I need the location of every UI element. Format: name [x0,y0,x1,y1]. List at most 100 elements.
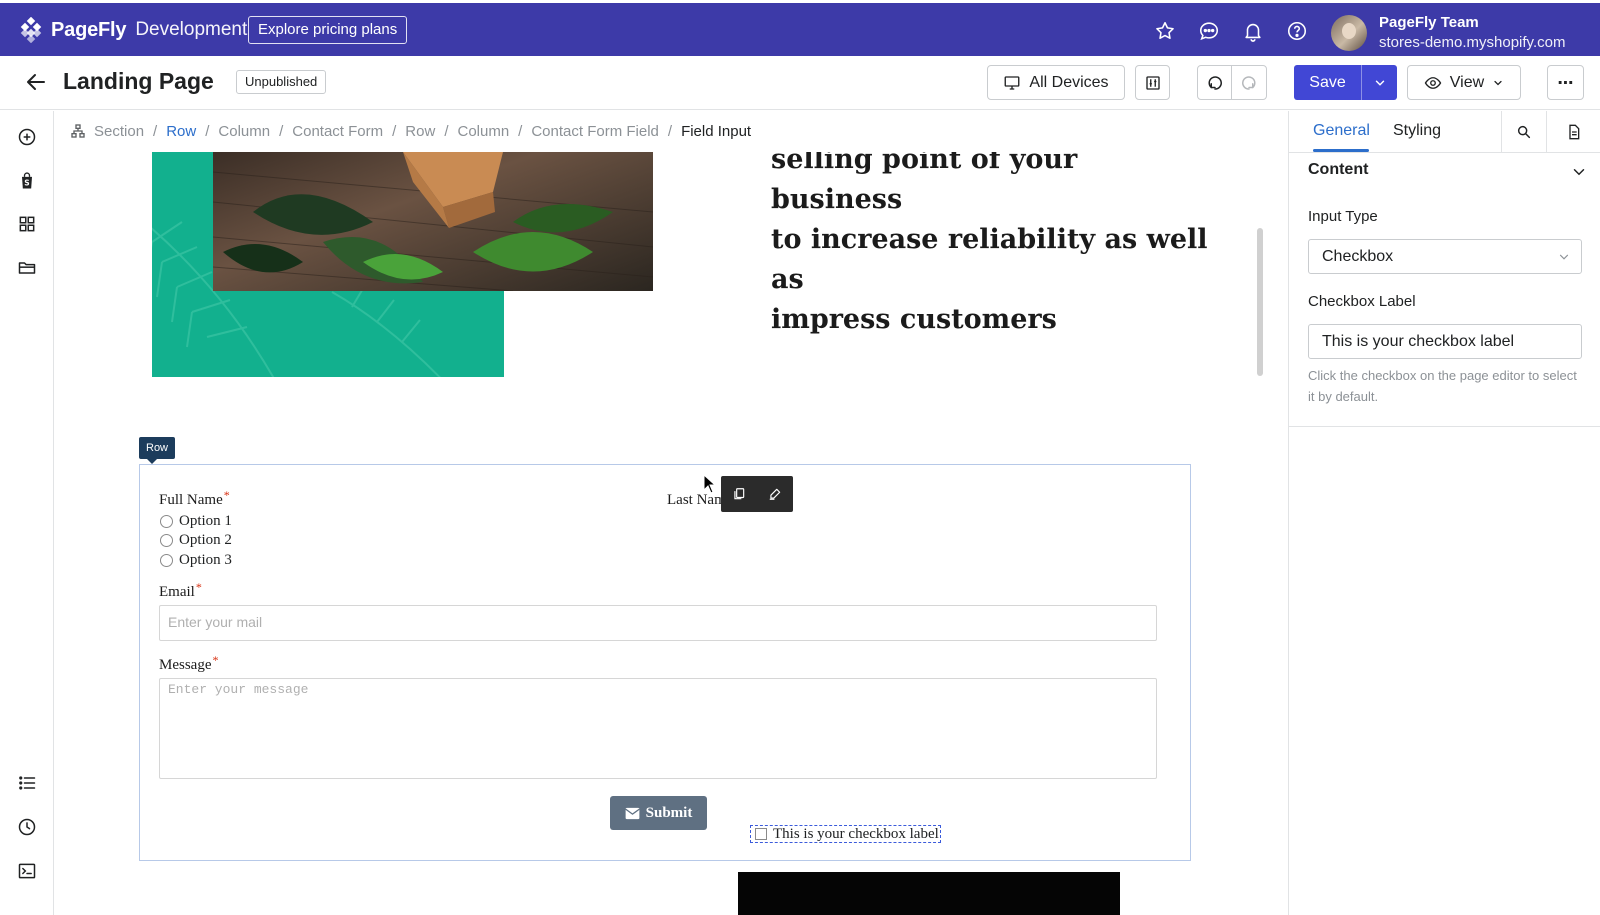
brand-suffix: Development [135,19,248,40]
redo-button[interactable] [1232,66,1266,99]
save-button[interactable]: Save [1294,65,1362,100]
undo-button[interactable] [1198,66,1233,99]
breadcrumb-item-section[interactable]: Section [94,123,144,140]
radio-button[interactable] [160,534,173,547]
add-element-icon[interactable] [17,127,37,147]
status-badge: Unpublished [236,70,327,94]
required-mark: * [212,653,219,667]
panel-search-button[interactable] [1501,111,1546,153]
message-label-text: Message [159,657,212,673]
store-domain: stores-demo.myshopify.com [1379,34,1566,51]
tab-styling[interactable]: Styling [1393,122,1441,140]
hero-heading[interactable]: selling point of your business to increa… [771,152,1211,340]
radio-button[interactable] [160,554,173,567]
back-arrow-icon[interactable] [24,70,48,94]
search-icon [1517,125,1531,139]
breadcrumb-item-contact-form-field[interactable]: Contact Form Field [531,123,659,140]
chat-icon[interactable] [1198,20,1220,42]
email-input[interactable]: Enter your mail [159,605,1157,641]
submit-button[interactable]: Submit [610,796,707,830]
editor-canvas[interactable]: selling point of your business to increa… [55,152,1288,915]
shopify-bag-icon[interactable]: S [17,171,37,191]
breadcrumb-item-row-2[interactable]: Row [405,123,435,140]
brand-logo[interactable]: PageFly Development [18,17,247,43]
document-icon [1569,124,1580,140]
envelope-icon [624,807,640,819]
breadcrumb-item-contact-form[interactable]: Contact Form [292,123,383,140]
desktop-icon [1004,75,1020,90]
message-placeholder: Enter your message [168,682,309,697]
code-terminal-icon[interactable] [17,861,37,881]
radio-option-label: Option 2 [179,532,232,548]
input-type-value: Checkbox [1322,247,1394,265]
content-section-title[interactable]: Content [1308,161,1368,179]
hero-photo[interactable] [213,152,653,291]
checkbox-help-text: Click the checkbox on the page editor to… [1308,368,1577,404]
checkbox-field-selected[interactable]: This is your checkbox label [750,825,941,843]
properties-panel: General Styling Content Input Type Check… [1288,111,1600,915]
panel-divider [1289,426,1600,427]
left-toolbar: S [0,111,54,915]
breadcrumb-separator: / [667,122,673,140]
layers-list-icon[interactable] [17,773,37,793]
message-textarea[interactable]: Enter your message [159,678,1157,779]
active-tab-indicator [1313,149,1369,152]
undo-icon [1208,75,1222,90]
row-selection-tag[interactable]: Row [139,437,176,464]
checkbox-label: This is your checkbox label [773,825,939,842]
required-mark: * [223,488,230,502]
edit-pen-icon[interactable] [768,487,782,501]
hierarchy-icon [71,124,85,138]
radio-option-1[interactable]: Option 1 [160,513,232,530]
radio-option-2[interactable]: Option 2 [160,532,232,549]
chevron-down-icon [1375,80,1384,86]
help-icon[interactable] [1286,20,1308,42]
input-type-label: Input Type [1308,208,1378,225]
explore-pricing-button[interactable]: Explore pricing plans [248,16,408,44]
breadcrumb-item-row[interactable]: Row [166,123,196,140]
more-actions-button[interactable]: ⋯ [1547,65,1584,100]
breadcrumb-separator: / [392,122,397,140]
star-icon[interactable] [1154,20,1176,42]
undo-redo-group [1197,65,1267,100]
full-name-label: Full Name* [159,488,230,509]
canvas-scrollbar[interactable] [1257,228,1263,376]
panel-tabs: General Styling [1289,111,1600,153]
device-selector-button[interactable]: All Devices [987,65,1125,100]
radio-option-3[interactable]: Option 3 [160,552,232,569]
save-options-button[interactable] [1362,65,1397,100]
mouse-cursor-icon [703,474,717,494]
radio-button[interactable] [160,515,173,528]
chevron-down-icon[interactable] [1570,163,1588,181]
breadcrumb-separator: / [279,122,284,140]
panel-document-button[interactable] [1546,111,1600,153]
input-type-select[interactable]: Checkbox [1308,239,1582,274]
folder-icon[interactable] [17,258,37,278]
contact-form[interactable]: Full Name* Option 1 Option 2 Option 3 La… [139,464,1191,861]
history-clock-icon[interactable] [17,817,37,837]
soap-leaves-image [213,152,653,291]
duplicate-icon[interactable] [732,487,746,501]
checkbox[interactable] [755,828,767,840]
breadcrumb-item-column-2[interactable]: Column [457,123,509,140]
grid-icon[interactable] [17,214,37,234]
sliders-icon [1145,75,1160,90]
user-avatar[interactable] [1331,15,1367,51]
email-label-text: Email [159,584,195,600]
chevron-down-icon [1559,254,1569,260]
radio-option-label: Option 3 [179,552,232,568]
save-button-group: Save [1294,65,1397,100]
eye-icon [1424,76,1442,89]
checkbox-label-input[interactable]: This is your checkbox label [1308,324,1582,359]
dark-section-block[interactable] [738,872,1120,915]
top-bar: PageFly Development Explore pricing plan… [0,3,1600,56]
breadcrumb-item-column[interactable]: Column [218,123,270,140]
bell-icon[interactable] [1242,20,1264,42]
hero-line-3: impress customers [771,304,1057,335]
message-label: Message* [159,653,219,674]
page-title: Landing Page [63,68,214,94]
view-button[interactable]: View [1407,65,1521,100]
breadcrumb-separator: / [205,122,210,140]
tab-general[interactable]: General [1313,122,1370,140]
responsive-settings-button[interactable] [1135,65,1170,100]
